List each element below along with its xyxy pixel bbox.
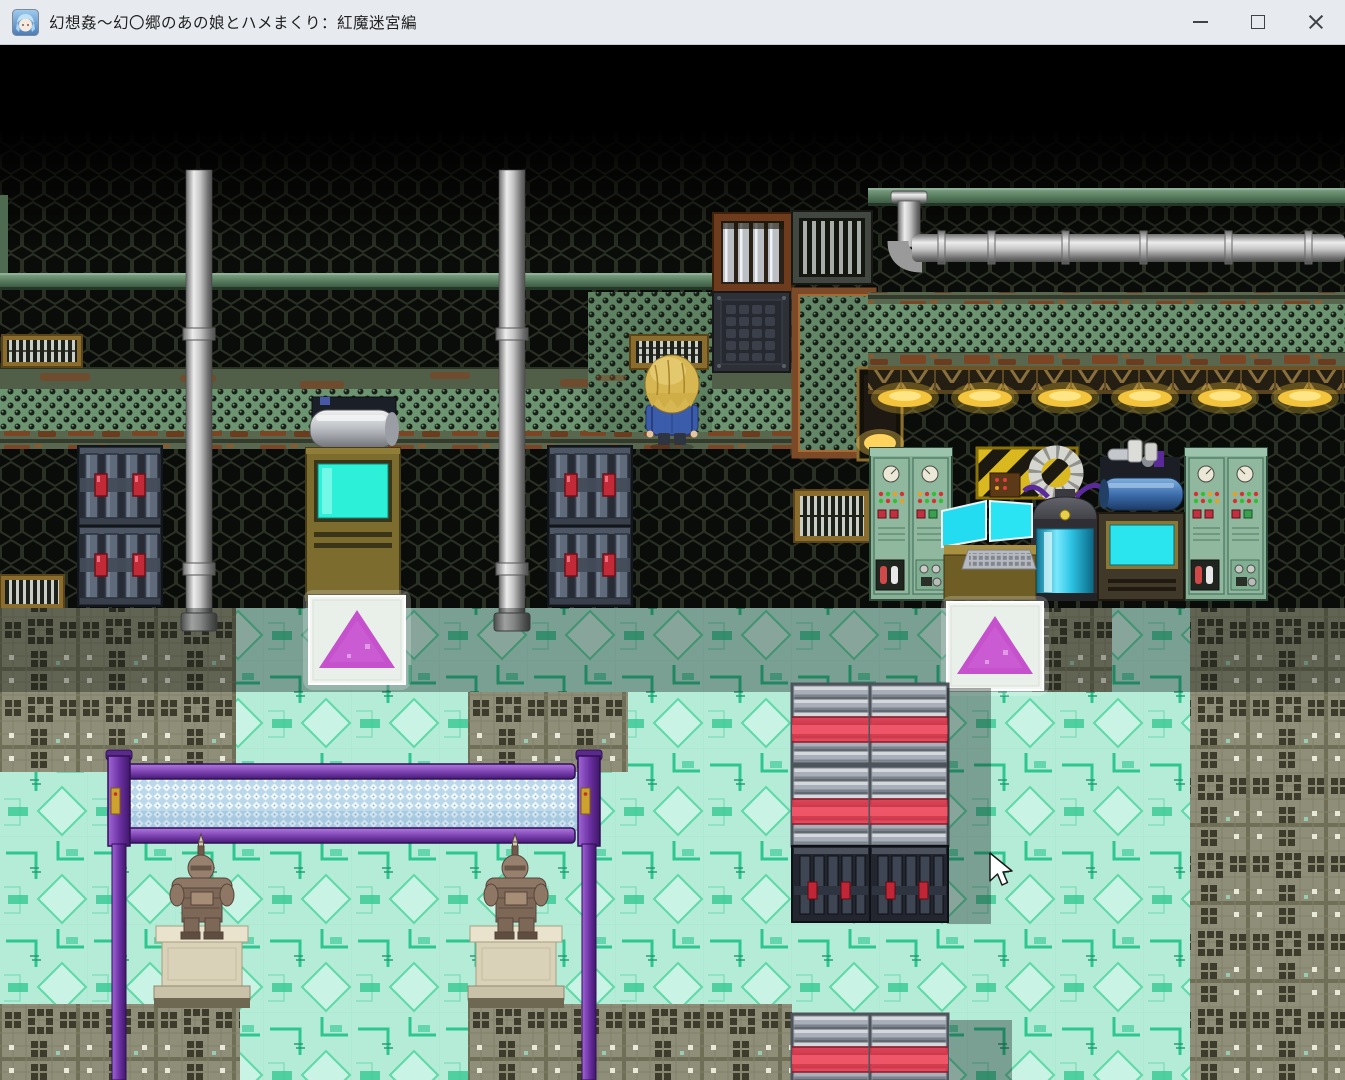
crate-stack-mid (548, 526, 632, 606)
container-shadow (947, 688, 991, 924)
crate-stack-left (78, 446, 162, 526)
titlebar: 幻想姦～幻〇郷のあの娘とハメまくり：紅魔迷宮編 (0, 0, 1345, 45)
minimize-icon (1193, 21, 1208, 23)
crate-stack-mid (548, 446, 632, 526)
console-machine (1098, 513, 1184, 600)
cargo-container-stack (792, 684, 991, 924)
wall-grate (792, 211, 872, 284)
window-controls (1171, 0, 1345, 45)
gold-grate (794, 490, 870, 542)
dark-crate-row (870, 846, 948, 922)
teleport-pad-right (941, 596, 1049, 696)
game-viewport[interactable] (0, 45, 1345, 1080)
window-title: 幻想姦～幻〇郷のあの娘とハメまくり：紅魔迷宮編 (49, 11, 1171, 33)
minimize-button[interactable] (1171, 0, 1229, 45)
close-button[interactable] (1287, 0, 1345, 45)
app-window: 幻想姦～幻〇郷のあの娘とハメまくり：紅魔迷宮編 (0, 0, 1345, 1080)
game-canvas (0, 45, 1345, 1080)
steel-pipe-vertical-2 (494, 170, 530, 631)
maximize-button[interactable] (1229, 0, 1287, 45)
rust-stripe (868, 352, 1345, 368)
perforated-band-right (868, 304, 1345, 352)
right-machines (870, 440, 1267, 601)
close-icon (1308, 14, 1324, 30)
container-shadow (950, 1020, 1012, 1080)
control-cabinet-left (870, 448, 952, 600)
dark-crate-row (792, 846, 870, 922)
maximize-icon (1251, 15, 1265, 29)
barred-window (713, 213, 792, 292)
computer-desk (942, 501, 1036, 600)
teleport-pad-left (303, 590, 411, 690)
gold-grate-small (2, 335, 82, 367)
gold-grate-small (0, 575, 64, 609)
control-cabinet-right (1185, 448, 1267, 600)
screen-machine (306, 397, 400, 600)
steel-pipe-vertical-1 (181, 170, 217, 631)
app-icon (12, 9, 39, 36)
blue-tank (1099, 478, 1183, 510)
rust-stripe (868, 292, 1345, 304)
armored-panel (713, 292, 790, 372)
crate-stack-left (78, 526, 162, 606)
shadow-band (0, 608, 1345, 692)
cargo-container-bottom (792, 1014, 1012, 1080)
